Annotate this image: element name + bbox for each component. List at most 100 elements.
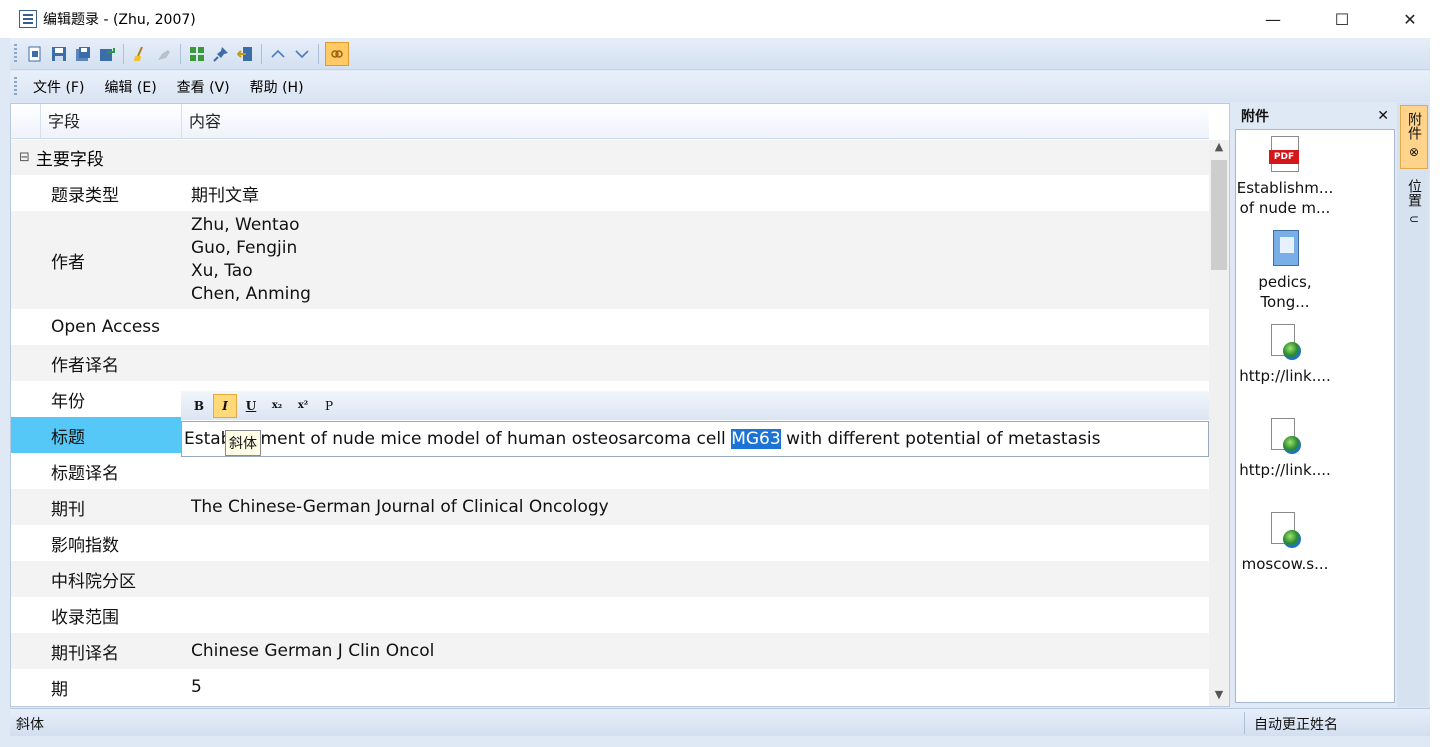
record-field-grid: 字段 内容 ⊟ 主要字段 题录类型 期刊文章 作者 Zhu, Wentao Gu… xyxy=(10,103,1230,707)
pin-icon[interactable] xyxy=(211,44,231,64)
table-row[interactable]: 作者译名 xyxy=(11,345,1209,381)
field-label: 标题 xyxy=(41,417,181,453)
title-editor[interactable]: Establishment of nude mice model of huma… xyxy=(181,421,1209,457)
auto-correct-names-status[interactable]: 自动更正姓名 xyxy=(1254,714,1338,734)
menu-edit[interactable]: 编辑 (E) xyxy=(94,77,166,97)
attachment-name: of nude m... xyxy=(1239,199,1331,217)
minimize-button[interactable]: — xyxy=(1250,0,1296,38)
field-value[interactable] xyxy=(181,561,1209,597)
window-title: 编辑题录 - (Zhu, 2007) xyxy=(43,12,196,28)
field-value[interactable] xyxy=(181,309,1209,345)
field-value[interactable]: 期刊文章 xyxy=(181,175,1209,211)
column-header-content[interactable]: 内容 xyxy=(181,104,1209,139)
save-all-icon[interactable] xyxy=(73,44,93,64)
attachment-list: PDF Establishm... of nude m... pedics, T… xyxy=(1235,129,1395,703)
author-name: Chen, Anming xyxy=(191,284,311,304)
italic-button[interactable]: I xyxy=(213,393,237,418)
field-value[interactable] xyxy=(181,597,1209,633)
author-name: Guo, Fengjin xyxy=(191,238,298,258)
grid-icon[interactable] xyxy=(187,44,207,64)
attachment-tab-icon: ⊗ xyxy=(1408,145,1420,159)
export-icon[interactable] xyxy=(97,44,117,64)
format-toolbar: B I U x₂ x² P xyxy=(181,391,1209,420)
location-tab-icon: ⊂ xyxy=(1408,212,1420,226)
field-label: 期刊译名 xyxy=(51,643,119,664)
side-tabs: 附件 ⊗ 位置 ⊂ xyxy=(1397,103,1429,707)
scroll-down-icon[interactable]: ▼ xyxy=(1209,688,1229,706)
attachment-item[interactable]: http://link.... xyxy=(1236,418,1334,480)
clean-icon[interactable] xyxy=(130,44,150,64)
underline-button[interactable]: U xyxy=(239,394,263,418)
web-link-icon xyxy=(1269,418,1301,456)
field-label: 期刊 xyxy=(51,499,85,520)
field-value[interactable]: Zhu, Wentao Guo, Fengjin Xu, Tao Chen, A… xyxy=(181,211,1209,309)
field-value[interactable] xyxy=(181,453,1209,489)
status-bar: 斜体 自动更正姓名 xyxy=(10,708,1430,736)
tab-label: 附件 xyxy=(1406,112,1422,140)
title-text-before: Establishment of nude mice model of huma… xyxy=(184,429,732,449)
scroll-up-icon[interactable]: ▲ xyxy=(1209,140,1229,158)
plain-text-button[interactable]: P xyxy=(317,394,341,418)
save-icon[interactable] xyxy=(49,44,69,64)
table-row[interactable]: 题录类型 期刊文章 xyxy=(11,175,1209,211)
up-icon[interactable] xyxy=(268,44,288,64)
attachment-item[interactable]: PDF Establishm... of nude m... xyxy=(1236,136,1334,218)
attachments-title: 附件 xyxy=(1241,109,1269,125)
close-panel-icon[interactable]: ✕ xyxy=(1377,108,1389,124)
menu-file[interactable]: 文件 (F) xyxy=(23,77,94,97)
field-label: 期 xyxy=(51,679,68,700)
down-icon[interactable] xyxy=(292,44,312,64)
field-value[interactable]: The Chinese-German Journal of Clinical O… xyxy=(181,489,1209,525)
table-row[interactable]: 中科院分区 xyxy=(11,561,1209,597)
table-row[interactable]: 期 5 xyxy=(11,669,1209,705)
table-row[interactable]: 作者 Zhu, Wentao Guo, Fengjin Xu, Tao Chen… xyxy=(11,211,1209,309)
table-row[interactable]: Open Access xyxy=(11,309,1209,345)
attachment-item[interactable]: http://link.... xyxy=(1236,324,1334,386)
field-value[interactable] xyxy=(181,525,1209,561)
toolbar-grip[interactable] xyxy=(14,43,17,64)
collapse-toggle-icon[interactable]: ⊟ xyxy=(19,150,30,165)
italic-tooltip: 斜体 xyxy=(225,430,261,456)
attachment-item[interactable]: moscow.s... xyxy=(1236,512,1334,574)
field-label: 中科院分区 xyxy=(51,571,136,592)
attachment-name: Establishm... xyxy=(1236,179,1334,197)
field-label: 年份 xyxy=(51,391,85,412)
table-row[interactable]: 收录范围 xyxy=(11,597,1209,633)
selected-text: MG63 xyxy=(731,429,781,449)
exit-icon[interactable] xyxy=(235,44,255,64)
grid-header: 字段 内容 xyxy=(11,104,1209,139)
field-value[interactable]: Chinese German J Clin Oncol xyxy=(181,633,1209,669)
menu-help[interactable]: 帮助 (H) xyxy=(240,77,314,97)
tab-attachments[interactable]: 附件 ⊗ xyxy=(1400,105,1428,169)
brush-icon[interactable] xyxy=(154,44,174,64)
superscript-button[interactable]: x² xyxy=(291,394,315,418)
subscript-button[interactable]: x₂ xyxy=(265,394,289,418)
edit-record-window: 编辑题录 - (Zhu, 2007) — ☐ ✕ 文件 (F) 编辑 (E) 查… xyxy=(0,0,1440,747)
bold-button[interactable]: B xyxy=(187,394,211,418)
table-row[interactable]: 期刊 The Chinese-German Journal of Clinica… xyxy=(11,489,1209,525)
field-value[interactable] xyxy=(181,345,1209,381)
attachment-item[interactable]: pedics, Tong... xyxy=(1236,230,1334,312)
tab-label: 位置 xyxy=(1406,179,1422,207)
close-button[interactable]: ✕ xyxy=(1387,0,1433,38)
menu-grip[interactable] xyxy=(14,76,17,97)
link-icon[interactable] xyxy=(325,41,349,66)
group-main-fields[interactable]: ⊟ 主要字段 xyxy=(11,140,1209,175)
attachments-header: 附件 ✕ xyxy=(1233,103,1395,129)
table-row[interactable]: 标题译名 xyxy=(11,453,1209,489)
table-row[interactable]: 期刊译名 Chinese German J Clin Oncol xyxy=(11,633,1209,669)
grid-scrollbar[interactable]: ▲ ▼ xyxy=(1209,140,1229,706)
scroll-thumb[interactable] xyxy=(1211,160,1227,270)
tab-location[interactable]: 位置 ⊂ xyxy=(1400,175,1428,239)
column-header-field[interactable]: 字段 xyxy=(40,104,181,139)
field-label: 作者 xyxy=(51,252,85,273)
menu-view[interactable]: 查看 (V) xyxy=(167,77,240,97)
field-label: 收录范围 xyxy=(51,607,119,628)
maximize-button[interactable]: ☐ xyxy=(1319,0,1365,38)
attachment-name: pedics, xyxy=(1258,273,1312,291)
attachment-name: http://link.... xyxy=(1239,367,1331,385)
table-row[interactable]: 影响指数 xyxy=(11,525,1209,561)
author-list: Zhu, Wentao Guo, Fengjin Xu, Tao Chen, A… xyxy=(191,214,311,306)
field-value[interactable]: 5 xyxy=(181,669,1209,705)
new-icon[interactable] xyxy=(25,44,45,64)
